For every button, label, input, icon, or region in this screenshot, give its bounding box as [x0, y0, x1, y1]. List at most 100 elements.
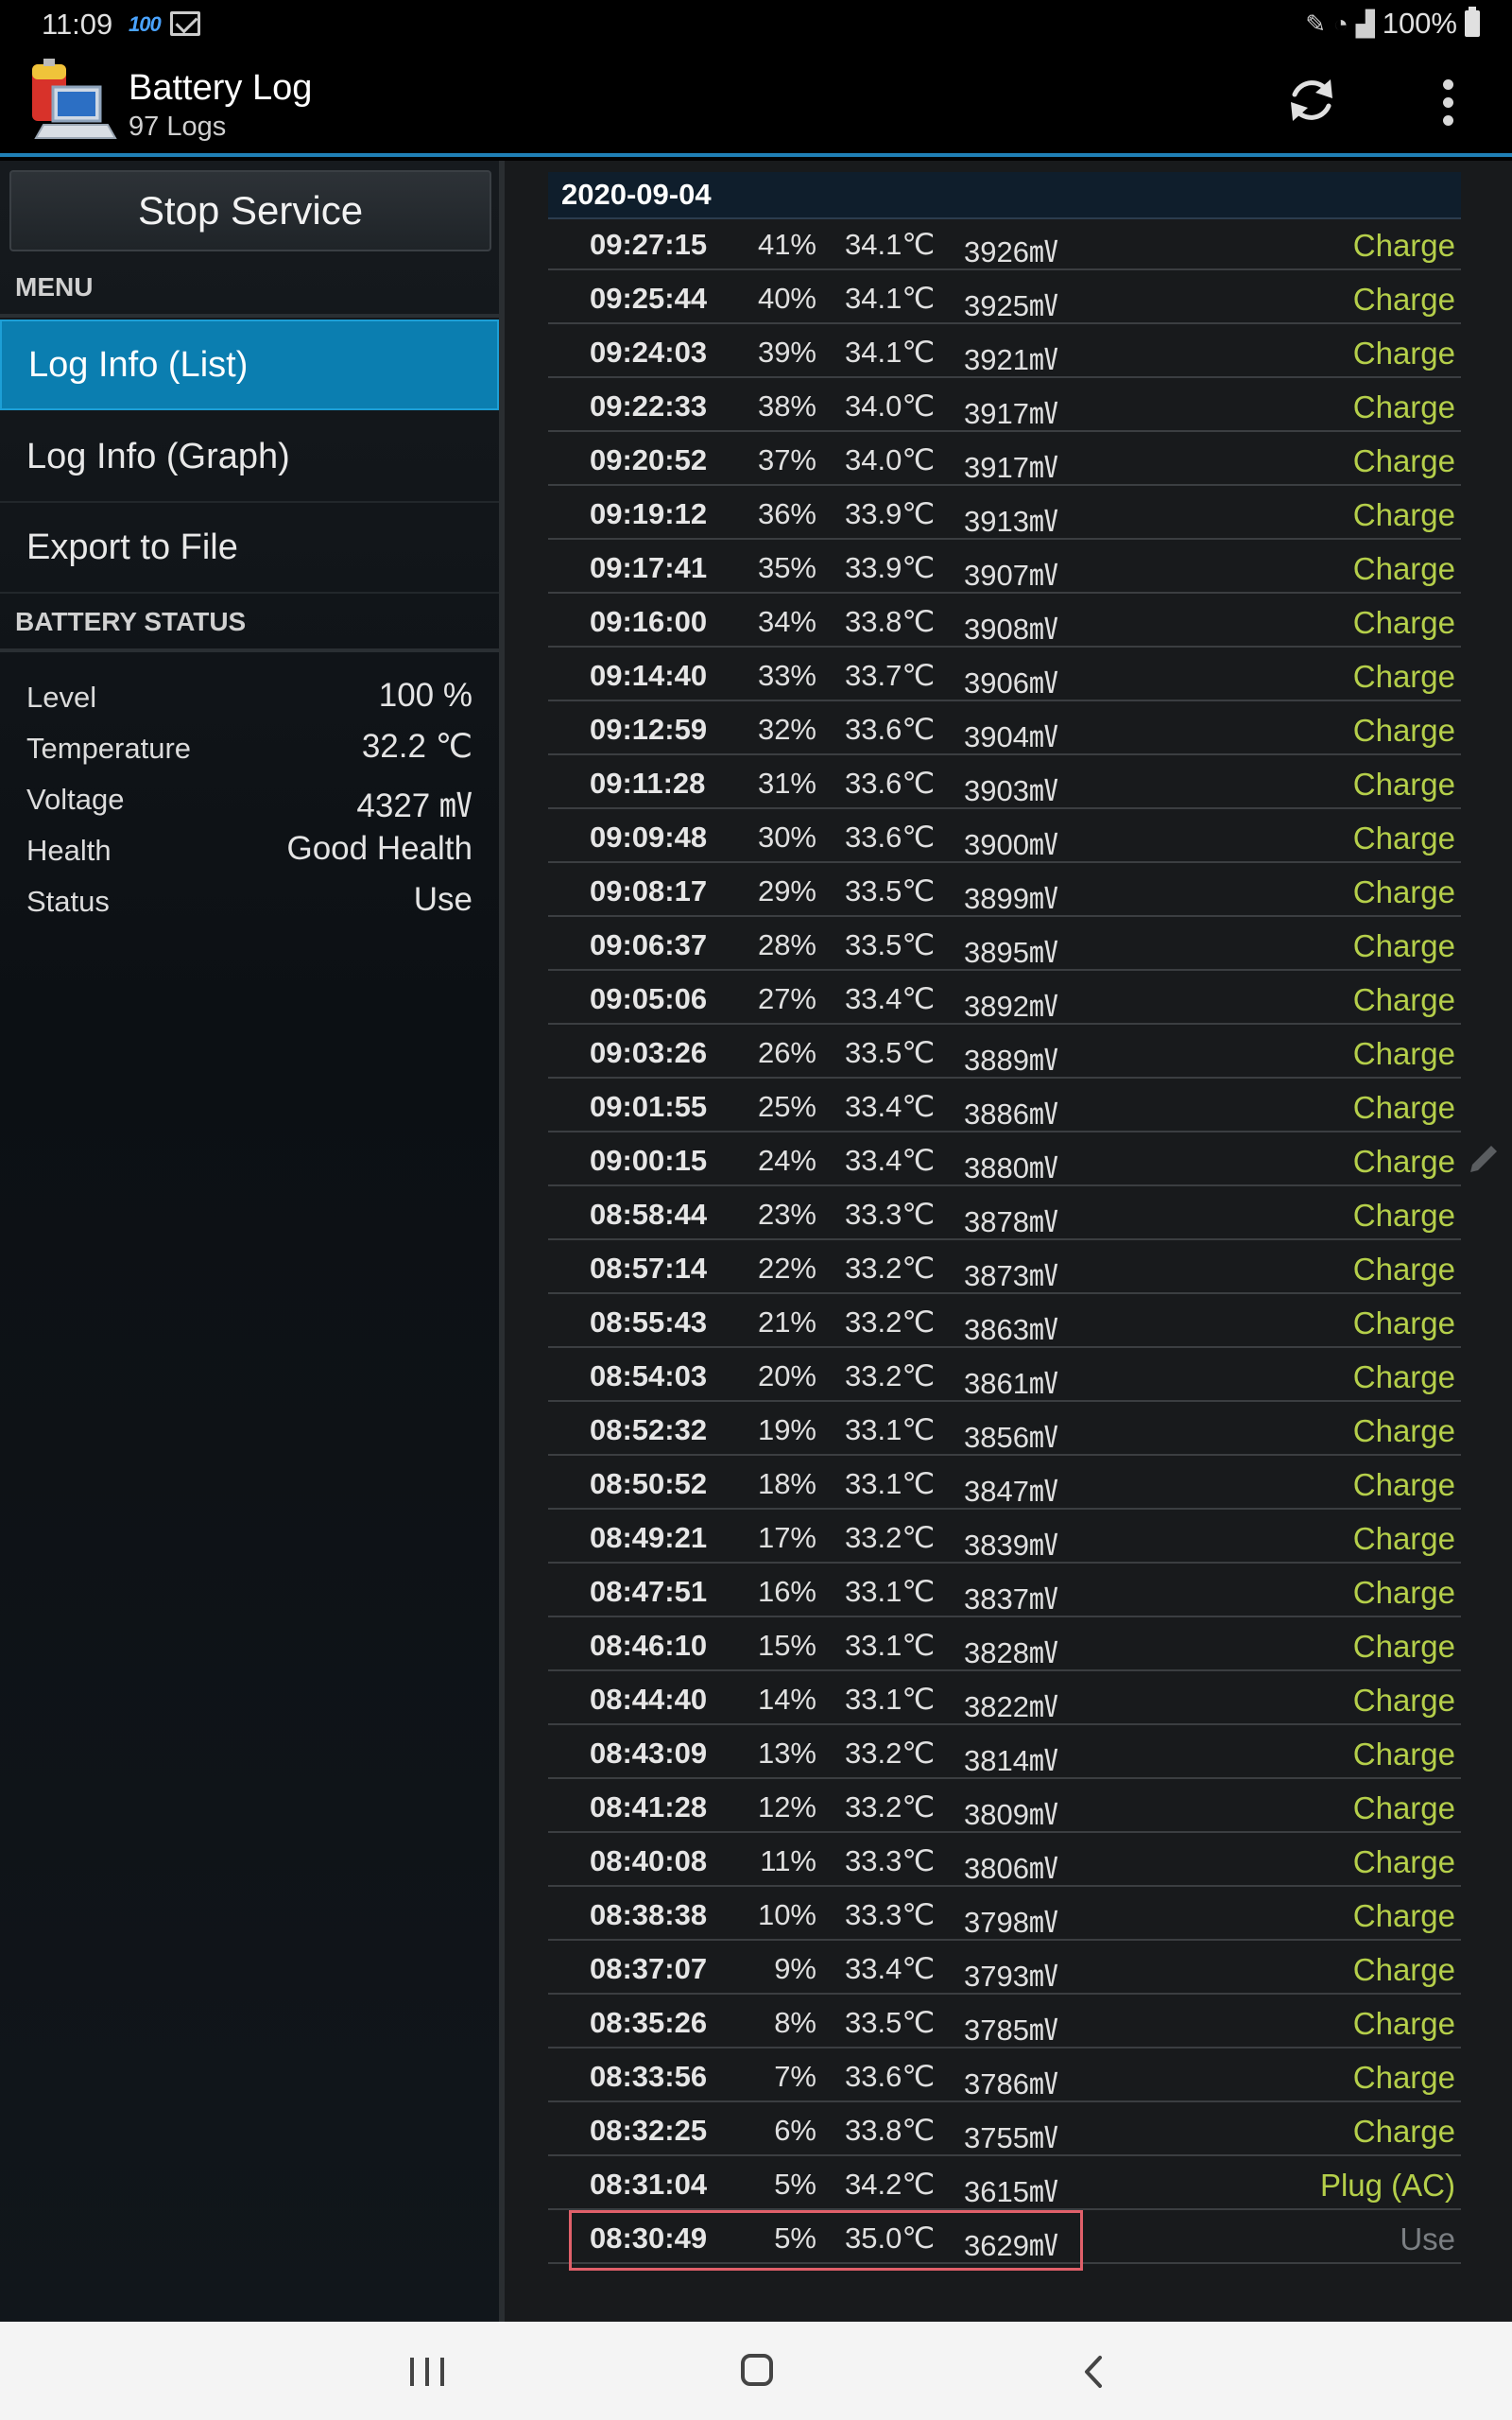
status-label: Health	[26, 834, 112, 867]
log-row[interactable]: 08:46:10 15% 33.1℃ 3828㎷ Charge	[548, 1617, 1461, 1671]
log-row[interactable]: 08:37:07 9% 33.4℃ 3793㎷ Charge	[548, 1941, 1461, 1995]
log-status: Charge	[1352, 1198, 1455, 1233]
more-options-icon[interactable]	[1425, 72, 1470, 132]
log-row[interactable]: 09:20:52 37% 34.0℃ 3917㎷ Charge	[548, 432, 1461, 486]
log-level: 31%	[757, 767, 816, 800]
log-row[interactable]: 09:09:48 30% 33.6℃ 3900㎷ Charge	[548, 809, 1461, 863]
mail-icon	[170, 11, 200, 36]
wifi-icon: ◔	[1332, 9, 1349, 38]
log-voltage: 3798㎷	[964, 1906, 1058, 1939]
log-temperature: 33.2℃	[845, 1790, 936, 1824]
log-row[interactable]: 08:50:52 18% 33.1℃ 3847㎷ Charge	[548, 1456, 1461, 1510]
log-voltage: 3904㎷	[964, 720, 1058, 753]
log-row[interactable]: 08:32:25 6% 33.8℃ 3755㎷ Charge	[548, 2102, 1461, 2156]
home-icon[interactable]	[741, 2354, 773, 2386]
log-level: 19%	[757, 1413, 816, 1446]
log-time: 08:44:40	[590, 1683, 708, 1716]
log-row[interactable]: 08:43:09 13% 33.2℃ 3814㎷ Charge	[548, 1725, 1461, 1779]
log-status: Charge	[1352, 605, 1455, 640]
status-row-voltage: Voltage 4327 ㎷	[0, 773, 499, 824]
log-row[interactable]: 08:54:03 20% 33.2℃ 3861㎷ Charge	[548, 1348, 1461, 1402]
log-row[interactable]: 09:14:40 33% 33.7℃ 3906㎷ Charge	[548, 648, 1461, 701]
log-temperature: 33.1℃	[845, 1629, 936, 1662]
log-voltage: 3837㎷	[964, 1582, 1058, 1616]
stop-service-button[interactable]: Stop Service	[9, 170, 491, 251]
status-value: 32.2 ℃	[361, 728, 472, 765]
log-row[interactable]: 09:24:03 39% 34.1℃ 3921㎷ Charge	[548, 324, 1461, 378]
log-time: 09:11:28	[590, 767, 706, 800]
back-icon[interactable]	[1077, 2354, 1109, 2390]
recents-icon[interactable]	[410, 2358, 444, 2386]
log-time: 09:12:59	[590, 713, 708, 746]
log-level: 24%	[757, 1144, 816, 1177]
log-level: 17%	[757, 1521, 816, 1554]
log-level: 35%	[757, 551, 816, 584]
log-row[interactable]: 09:08:17 29% 33.5℃ 3899㎷ Charge	[548, 863, 1461, 917]
log-row[interactable]: 08:47:51 16% 33.1℃ 3837㎷ Charge	[548, 1564, 1461, 1617]
log-row[interactable]: 09:06:37 28% 33.5℃ 3895㎷ Charge	[548, 917, 1461, 971]
log-time: 09:00:15	[590, 1144, 708, 1177]
log-row[interactable]: 09:11:28 31% 33.6℃ 3903㎷ Charge	[548, 755, 1461, 809]
log-status: Charge	[1352, 1144, 1455, 1179]
log-list-panel[interactable]: 2020-09-04 09:28:5542%34.1℃3929㎷Charge09…	[505, 161, 1512, 2322]
log-temperature: 33.5℃	[845, 928, 936, 961]
log-status: Charge	[1352, 982, 1455, 1017]
log-status: Charge	[1352, 1252, 1455, 1287]
log-row[interactable]: 08:35:26 8% 33.5℃ 3785㎷ Charge	[548, 1995, 1461, 2048]
log-voltage: 3889㎷	[964, 1044, 1058, 1077]
menu-header: MENU	[0, 261, 499, 318]
log-status: Charge	[1352, 2006, 1455, 2041]
log-voltage: 3861㎷	[964, 1367, 1058, 1400]
menu-item-log-list[interactable]: Log Info (List)	[0, 320, 499, 410]
log-time: 08:43:09	[590, 1737, 708, 1770]
log-temperature: 33.4℃	[845, 1144, 936, 1177]
log-row[interactable]: 09:19:12 36% 33.9℃ 3913㎷ Charge	[548, 486, 1461, 540]
log-row[interactable]: 09:03:26 26% 33.5℃ 3889㎷ Charge	[548, 1025, 1461, 1079]
refresh-icon[interactable]	[1281, 70, 1342, 130]
log-row[interactable]: 09:16:00 34% 33.8℃ 3908㎷ Charge	[548, 594, 1461, 648]
log-row[interactable]: 08:33:56 7% 33.6℃ 3786㎷ Charge	[548, 2048, 1461, 2102]
log-status: Charge	[1352, 443, 1455, 478]
log-row[interactable]: 09:01:55 25% 33.4℃ 3886㎷ Charge	[548, 1079, 1461, 1132]
status-value: 4327 ㎷	[356, 787, 472, 824]
log-row[interactable]: 09:22:33 38% 34.0℃ 3917㎷ Charge	[548, 378, 1461, 432]
log-voltage: 3880㎷	[964, 1151, 1058, 1184]
log-row[interactable]: 08:31:04 5% 34.2℃ 3615㎷ Plug (AC)	[548, 2156, 1461, 2210]
log-voltage: 3917㎷	[964, 397, 1058, 430]
menu-item-export[interactable]: Export to File	[0, 503, 499, 594]
log-temperature: 33.2℃	[845, 1737, 936, 1770]
log-row[interactable]: 09:05:06 27% 33.4℃ 3892㎷ Charge	[548, 971, 1461, 1025]
battery-status-header: BATTERY STATUS	[0, 596, 499, 652]
log-row[interactable]: 08:57:14 22% 33.2℃ 3873㎷ Charge	[548, 1240, 1461, 1294]
log-temperature: 33.2℃	[845, 1305, 936, 1339]
log-row[interactable]: 08:40:08 11% 33.3℃ 3806㎷ Charge	[548, 1833, 1461, 1887]
log-temperature: 34.1℃	[845, 336, 936, 369]
status-label: Voltage	[26, 783, 125, 816]
log-row[interactable]: 08:49:21 17% 33.2℃ 3839㎷ Charge	[548, 1510, 1461, 1564]
log-row[interactable]: 09:12:59 32% 33.6℃ 3904㎷ Charge	[548, 701, 1461, 755]
log-voltage: 3615㎷	[964, 2175, 1058, 2208]
date-header: 2020-09-04	[548, 172, 1461, 219]
log-time: 09:20:52	[590, 443, 708, 476]
log-level: 25%	[757, 1090, 816, 1123]
log-row[interactable]: 08:30:49 5% 35.0℃ 3629㎷ Use	[548, 2210, 1461, 2271]
log-row[interactable]: 09:00:15 24% 33.4℃ 3880㎷ Charge	[548, 1132, 1461, 1186]
log-row[interactable]: 08:58:44 23% 33.3℃ 3878㎷ Charge	[548, 1186, 1461, 1240]
log-row[interactable]: 08:41:28 12% 33.2℃ 3809㎷ Charge	[548, 1779, 1461, 1833]
status-row-health: Health Good Health	[0, 824, 499, 875]
log-row[interactable]: 09:25:44 40% 34.1℃ 3925㎷ Charge	[548, 270, 1461, 324]
log-row[interactable]: 09:17:41 35% 33.9℃ 3907㎷ Charge	[548, 540, 1461, 594]
app-logo-icon	[32, 59, 117, 139]
log-time: 09:09:48	[590, 821, 708, 854]
log-row[interactable]: 08:44:40 14% 33.1℃ 3822㎷ Charge	[548, 1671, 1461, 1725]
log-temperature: 33.1℃	[845, 1413, 936, 1446]
menu-item-log-graph[interactable]: Log Info (Graph)	[0, 412, 499, 503]
log-time: 08:38:38	[590, 1898, 708, 1931]
log-row[interactable]: 08:52:32 19% 33.1℃ 3856㎷ Charge	[548, 1402, 1461, 1456]
edit-pencil-icon[interactable]	[1465, 1140, 1503, 1178]
log-time: 09:24:03	[590, 336, 708, 369]
log-row[interactable]: 08:55:43 21% 33.2℃ 3863㎷ Charge	[548, 1294, 1461, 1348]
log-row[interactable]: 09:27:15 41% 34.1℃ 3926㎷ Charge	[548, 216, 1461, 270]
log-row[interactable]: 08:38:38 10% 33.3℃ 3798㎷ Charge	[548, 1887, 1461, 1941]
status-label: Temperature	[26, 732, 192, 765]
